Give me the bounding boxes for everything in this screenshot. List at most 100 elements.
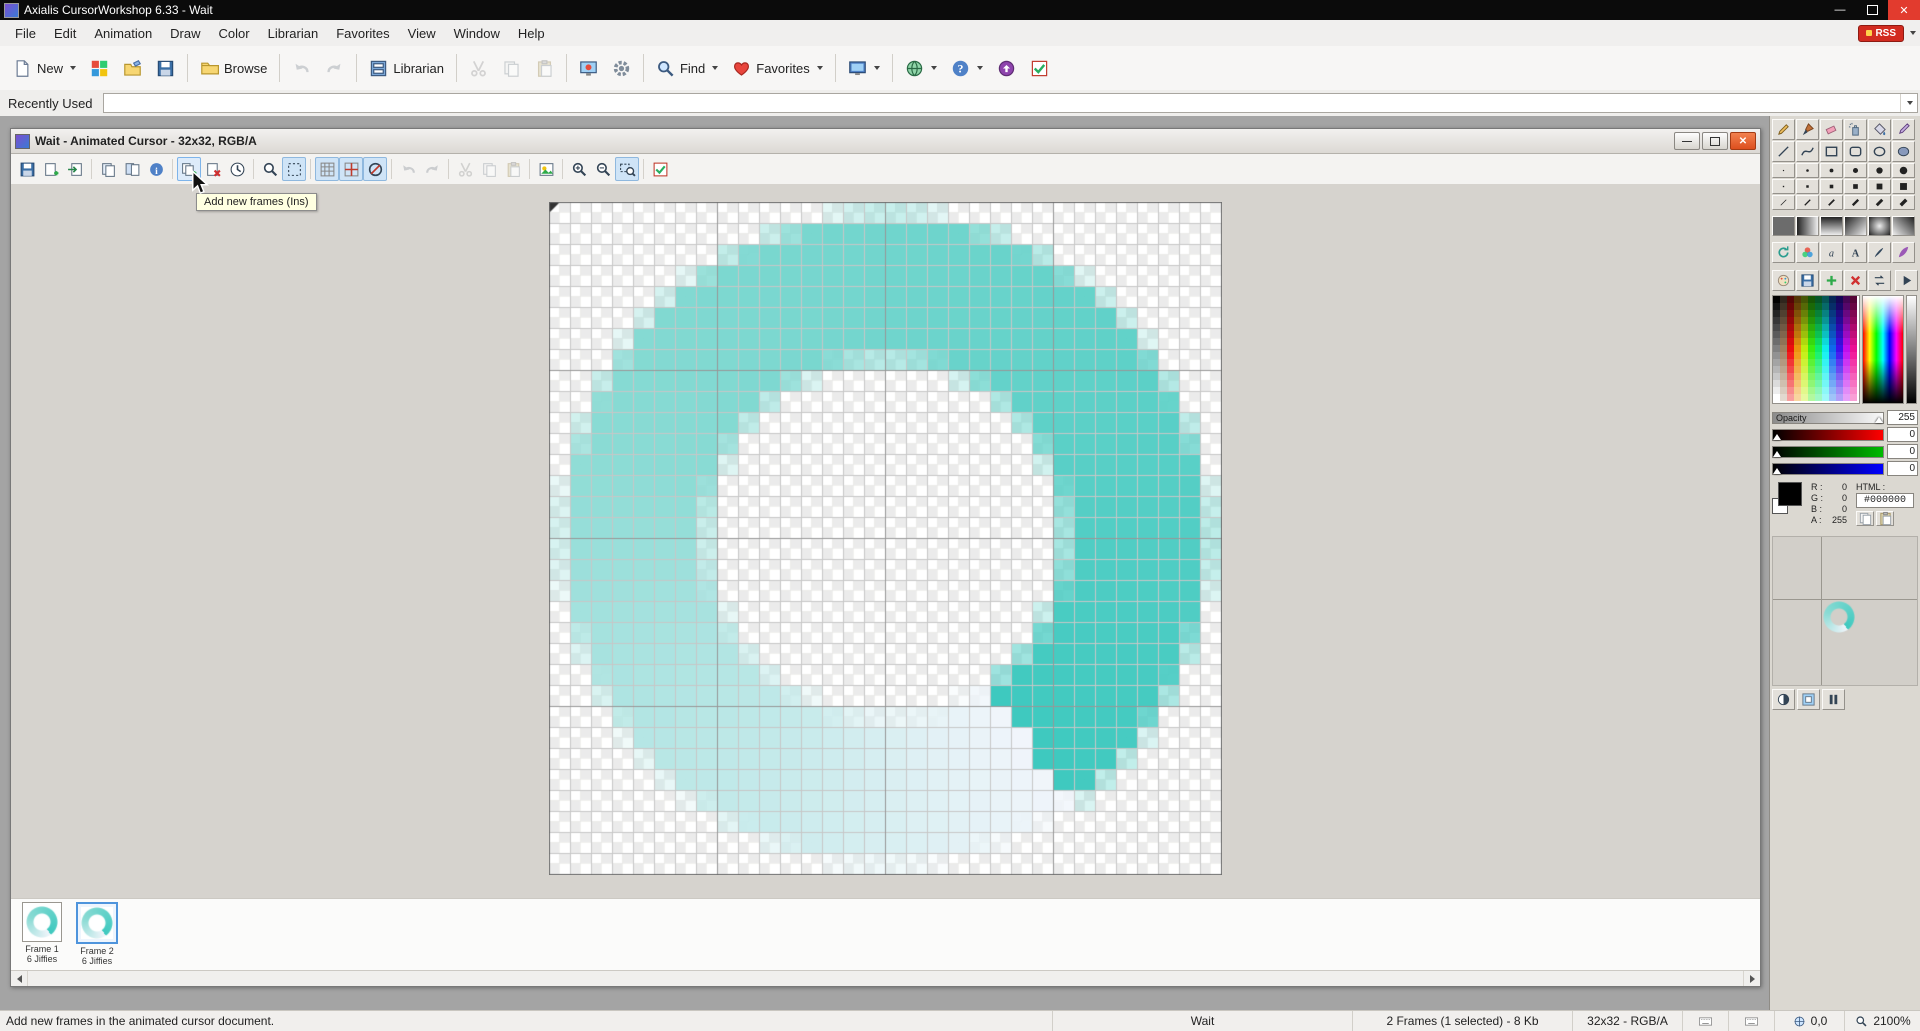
square-brush-option[interactable] (1820, 179, 1843, 194)
palette-swatch[interactable] (1808, 387, 1815, 394)
menu-librarian[interactable]: Librarian (259, 22, 328, 45)
palette-swatch[interactable] (1808, 317, 1815, 324)
document-title-bar[interactable]: Wait - Animated Cursor - 32x32, RGB/A — … (11, 129, 1760, 154)
update-button[interactable] (990, 53, 1023, 83)
frame-properties-button[interactable]: i (144, 157, 168, 181)
palette-swatch[interactable] (1801, 373, 1808, 380)
new-dropdown-icon[interactable] (70, 66, 76, 70)
doc-minimize-button[interactable]: — (1674, 132, 1700, 150)
palette-swatch[interactable] (1815, 303, 1822, 310)
gradient-mode-radial-button[interactable] (1868, 216, 1891, 236)
palette-swatch[interactable] (1829, 366, 1836, 373)
palette-swatch[interactable] (1780, 359, 1787, 366)
copy-button[interactable] (495, 53, 528, 83)
rounded-rect-tool-button[interactable] (1844, 141, 1867, 162)
palette-swatch[interactable] (1836, 387, 1843, 394)
find-dropdown-icon[interactable] (712, 66, 718, 70)
paste-color-button[interactable] (1876, 511, 1894, 526)
palette-swatch[interactable] (1822, 338, 1829, 345)
show-grid-button[interactable] (315, 157, 339, 181)
palette-swatch[interactable] (1836, 352, 1843, 359)
palette-swatch[interactable] (1822, 394, 1829, 401)
palette-swatch[interactable] (1808, 310, 1815, 317)
palette-swatch[interactable] (1815, 352, 1822, 359)
palette-swatch[interactable] (1843, 394, 1850, 401)
slash-brush-option[interactable] (1796, 195, 1819, 210)
palette-swatch[interactable] (1794, 303, 1801, 310)
menu-color[interactable]: Color (210, 22, 259, 45)
palette-swatch[interactable] (1794, 324, 1801, 331)
save-frame-button[interactable] (15, 157, 39, 181)
palette-swatch[interactable] (1843, 324, 1850, 331)
palette-swatch[interactable] (1829, 373, 1836, 380)
palette-swatch[interactable] (1787, 338, 1794, 345)
new-from-image-button[interactable] (83, 53, 116, 83)
play-animation-button[interactable] (1895, 270, 1918, 291)
palette-swatch[interactable] (1794, 394, 1801, 401)
menu-window[interactable]: Window (445, 22, 509, 45)
text-lower-button[interactable]: a (1820, 242, 1843, 263)
palette-swatch[interactable] (1843, 387, 1850, 394)
palette-swatch[interactable] (1850, 359, 1857, 366)
preview-zoom-button[interactable] (258, 157, 282, 181)
palette-swatch[interactable] (1780, 366, 1787, 373)
feather-button[interactable] (1892, 242, 1915, 263)
palette-swatch[interactable] (1780, 338, 1787, 345)
palette-swatch[interactable] (1773, 373, 1780, 380)
square-brush-option[interactable] (1772, 179, 1795, 194)
slash-brush-option[interactable] (1868, 195, 1891, 210)
palette-swatch[interactable] (1850, 394, 1857, 401)
duplicate-frame-button[interactable] (120, 157, 144, 181)
green-slider[interactable]: 0 (1772, 444, 1918, 459)
zoom-region-button[interactable] (615, 157, 639, 181)
options-button[interactable] (605, 53, 638, 83)
palette-swatch[interactable] (1843, 331, 1850, 338)
scroll-left-button[interactable] (11, 971, 28, 986)
palette-swatch[interactable] (1794, 345, 1801, 352)
menu-file[interactable]: File (6, 22, 45, 45)
palette-swatch[interactable] (1787, 296, 1794, 303)
palette-swatch[interactable] (1850, 324, 1857, 331)
save-palette-button[interactable] (1796, 270, 1819, 291)
palette-swatch[interactable] (1836, 303, 1843, 310)
find-button[interactable]: Find (649, 53, 725, 83)
square-brush-option[interactable] (1844, 179, 1867, 194)
palette-swatch[interactable] (1787, 303, 1794, 310)
doc-cut-button[interactable] (453, 157, 477, 181)
palette-swatch[interactable] (1829, 303, 1836, 310)
palette-swatch[interactable] (1822, 296, 1829, 303)
pixel-editor-canvas[interactable] (549, 202, 1222, 875)
palette-swatch[interactable] (1787, 380, 1794, 387)
menu-animation[interactable]: Animation (85, 22, 161, 45)
palette-swatch[interactable] (1843, 366, 1850, 373)
recently-used-combo[interactable] (103, 93, 1918, 113)
pencil-tool-button[interactable] (1772, 119, 1795, 140)
palette-swatch[interactable] (1829, 317, 1836, 324)
palette-swatch[interactable] (1815, 317, 1822, 324)
palette-swatch[interactable] (1780, 394, 1787, 401)
palette-swatch[interactable] (1787, 352, 1794, 359)
palette-swatch[interactable] (1829, 345, 1836, 352)
palette-swatch[interactable] (1850, 338, 1857, 345)
palette-swatch[interactable] (1843, 373, 1850, 380)
transparent-view-button[interactable] (363, 157, 387, 181)
palette-swatch[interactable] (1780, 352, 1787, 359)
red-slider[interactable]: 0 (1772, 427, 1918, 442)
gradient-mode-corner-button[interactable] (1892, 216, 1915, 236)
palette-swatch[interactable] (1794, 296, 1801, 303)
palette-swatch[interactable] (1822, 310, 1829, 317)
add-color-button[interactable] (1820, 270, 1843, 291)
palette-swatch[interactable] (1850, 303, 1857, 310)
palette-swatch[interactable] (1822, 324, 1829, 331)
preview-pause-button[interactable] (1822, 689, 1845, 710)
palette-swatch[interactable] (1815, 296, 1822, 303)
palette-swatch[interactable] (1836, 310, 1843, 317)
preview-invert-button[interactable] (1772, 689, 1795, 710)
palette-swatch[interactable] (1787, 373, 1794, 380)
palette-swatch[interactable] (1843, 296, 1850, 303)
palette-swatch[interactable] (1808, 394, 1815, 401)
palette-swatch[interactable] (1815, 366, 1822, 373)
palette-swatch[interactable] (1801, 303, 1808, 310)
gradient-mode-horizontal-button[interactable] (1796, 216, 1819, 236)
add-frame-button[interactable] (39, 157, 63, 181)
